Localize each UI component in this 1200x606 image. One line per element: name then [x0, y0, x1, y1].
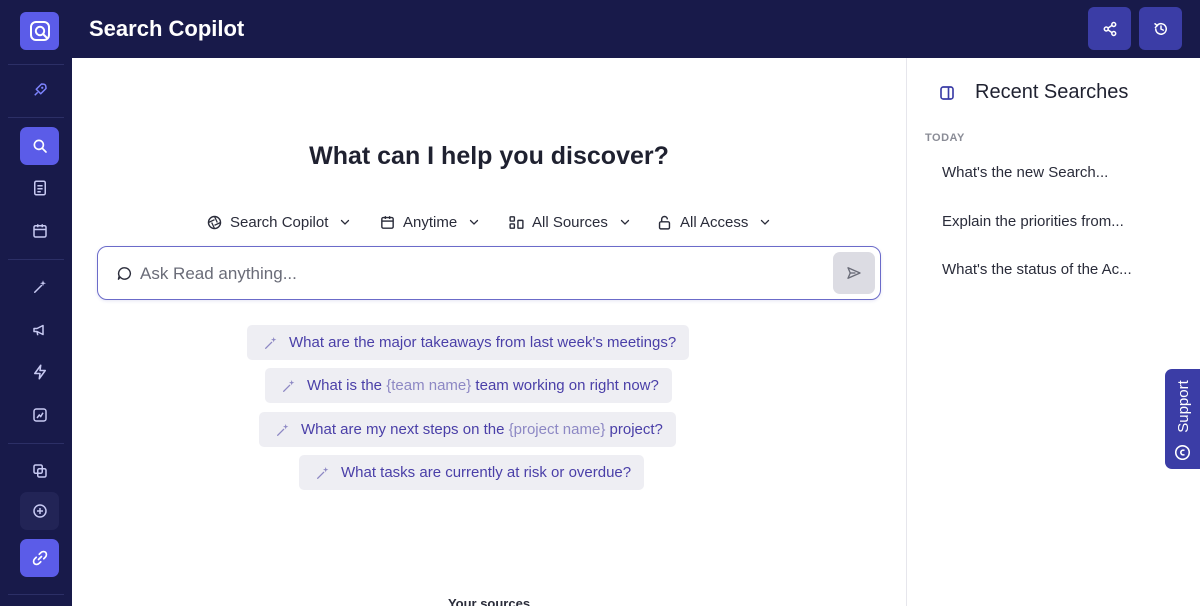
top-bar: Search Copilot [72, 0, 1200, 58]
sparkles-icon [33, 280, 46, 293]
sparkles-icon [265, 336, 277, 349]
nav-item-launch[interactable] [20, 71, 59, 109]
page-title: Search Copilot [89, 16, 245, 41]
chevron-down-icon [341, 219, 350, 225]
nav-item-add[interactable] [20, 492, 59, 530]
share-icon [1103, 21, 1116, 36]
nav-divider [8, 594, 64, 595]
placeholder-token: {project name} [508, 421, 606, 438]
nav-item-documents[interactable] [20, 169, 59, 207]
calendar-icon [381, 215, 394, 229]
nav-divider [8, 117, 64, 118]
left-nav-rail [0, 0, 72, 606]
send-button[interactable] [833, 252, 875, 294]
help-circle-icon [1174, 444, 1191, 461]
rocket-icon [33, 83, 47, 96]
suggestion-text: What are my next steps on the {project n… [301, 421, 663, 438]
sources-icon [509, 215, 524, 229]
suggestion-chip[interactable]: What are my next steps on the {project n… [259, 412, 676, 447]
filter-anytime[interactable]: Anytime [379, 210, 480, 234]
nav-divider [8, 64, 64, 65]
nav-item-integrations[interactable] [20, 539, 59, 577]
suggestion-chip[interactable]: What are the major takeaways from last w… [247, 325, 690, 360]
chevron-down-icon [761, 219, 770, 225]
logo-icon [29, 21, 50, 41]
history-button[interactable] [1139, 7, 1182, 50]
filter-label: Search Copilot [230, 213, 329, 231]
search-icon [33, 139, 47, 153]
lock-icon [658, 215, 671, 230]
filter-label: Anytime [403, 213, 458, 231]
placeholder-token: {team name} [386, 377, 472, 394]
panel-toggle-icon[interactable] [938, 84, 956, 102]
nav-item-calendar[interactable] [20, 212, 59, 250]
recent-group-label: TODAY [925, 132, 965, 144]
sparkles-icon [277, 423, 289, 436]
sparkles-icon [283, 379, 295, 392]
recent-searches-title: Recent Searches [975, 81, 1129, 103]
support-tab[interactable]: Support [1165, 369, 1200, 469]
nav-item-search[interactable] [20, 127, 59, 165]
suggestion-chip[interactable]: What tasks are currently at risk or over… [299, 455, 645, 490]
nav-divider [8, 259, 64, 260]
chat-bubble-icon [117, 267, 132, 280]
app-logo[interactable] [20, 12, 59, 50]
megaphone-icon [32, 324, 44, 336]
filter-all-sources[interactable]: All Sources [508, 210, 631, 234]
recent-search-item[interactable]: Explain the priorities from... [942, 213, 1124, 230]
link-icon [32, 550, 47, 566]
support-label: Support [1174, 379, 1192, 433]
search-input[interactable] [140, 261, 820, 287]
nav-divider [8, 443, 64, 444]
suggestion-chip[interactable]: What is the {team name} team working on … [265, 368, 672, 403]
calendar-icon [32, 224, 47, 238]
suggestion-text: What tasks are currently at risk or over… [341, 464, 632, 481]
recent-search-item[interactable]: What's the new Search... [942, 164, 1108, 181]
copy-icon [32, 464, 47, 478]
discover-heading: What can I help you discover? [309, 142, 669, 170]
filter-search-copilot[interactable]: Search Copilot [206, 210, 351, 234]
recent-search-item[interactable]: What's the status of the Ac... [942, 261, 1132, 278]
nav-item-copy[interactable] [20, 452, 59, 490]
insights-icon [32, 408, 47, 422]
suggestion-text: What is the {team name} team working on … [307, 377, 659, 394]
nav-item-insights[interactable] [20, 396, 59, 434]
lightning-icon [33, 364, 46, 380]
aperture-icon [207, 215, 222, 229]
share-button[interactable] [1088, 7, 1131, 50]
nav-item-automations[interactable] [20, 353, 59, 391]
support-label-wrap: Support [1169, 375, 1197, 437]
sparkles-icon [317, 466, 329, 479]
main-content: What can I help you discover? Search Cop… [72, 58, 906, 606]
document-icon [33, 180, 46, 196]
filter-all-access[interactable]: All Access [656, 210, 771, 234]
filter-label: All Sources [532, 213, 608, 231]
sources-heading: Your sources [447, 596, 531, 606]
search-box [97, 246, 881, 300]
suggestion-text: What are the major takeaways from last w… [289, 334, 677, 351]
chevron-down-icon [470, 219, 479, 225]
app-window: Search Copilot What can I help you disco… [0, 0, 1200, 606]
nav-item-sparkles[interactable] [20, 268, 59, 306]
filter-bar: Search Copilot Anytime All Sources All A… [72, 210, 906, 234]
chevron-down-icon [620, 219, 630, 225]
history-icon [1153, 22, 1167, 35]
nav-item-announcements[interactable] [20, 311, 59, 349]
filter-label: All Access [680, 213, 749, 231]
plus-circle-icon [32, 504, 47, 518]
send-icon [847, 267, 861, 279]
recent-searches-panel: Recent Searches TODAY What's the new Sea… [906, 58, 1200, 606]
